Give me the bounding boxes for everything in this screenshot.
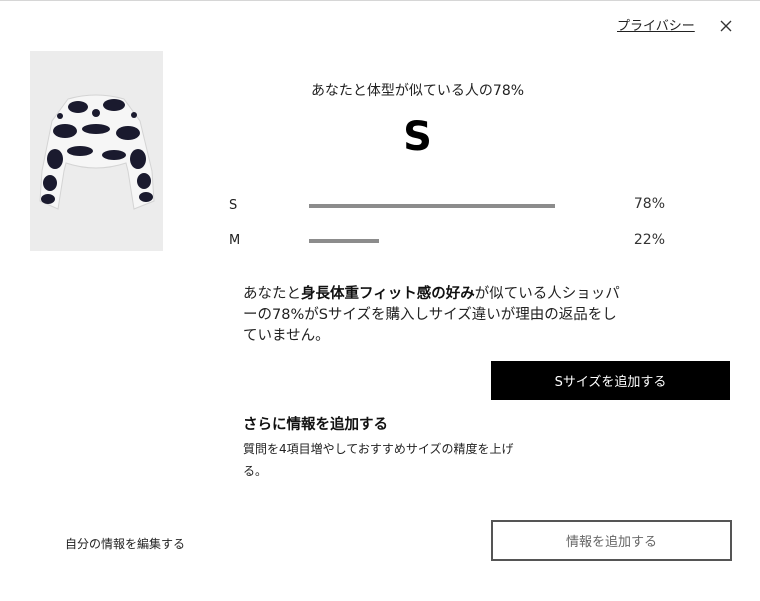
size-bar-m	[309, 239, 379, 243]
edit-info-link[interactable]: 自分の情報を編集する	[65, 535, 185, 552]
more-info-title: さらに情報を追加する	[243, 417, 388, 433]
description-bold: 身長体重フィット感の好み	[301, 286, 475, 302]
size-label-s: S	[229, 198, 238, 213]
more-info-text: 質問を4項目増やしておすすめサイズの精度を上げる。	[243, 442, 514, 478]
recommendation-headline: あなたと体型が似ている人の78%	[310, 83, 525, 99]
recommendation-description: あなたと身長体重フィット感の好みが似ている人ショッパーの78%がSサイズを購入し…	[243, 284, 628, 347]
product-image	[30, 51, 163, 251]
size-label-m: M	[229, 233, 241, 248]
size-percent-s: 78%	[633, 196, 665, 212]
add-info-button[interactable]: 情報を追加する	[491, 520, 732, 561]
recommended-size: S	[403, 114, 432, 160]
add-size-button[interactable]: Sサイズを追加する	[491, 361, 730, 400]
size-bar-s	[309, 204, 555, 208]
close-icon[interactable]	[717, 17, 735, 35]
size-percent-m: 22%	[633, 232, 665, 248]
description-prefix: あなたと	[243, 286, 301, 302]
top-divider	[0, 0, 760, 1]
privacy-link[interactable]: プライバシー	[617, 15, 695, 34]
